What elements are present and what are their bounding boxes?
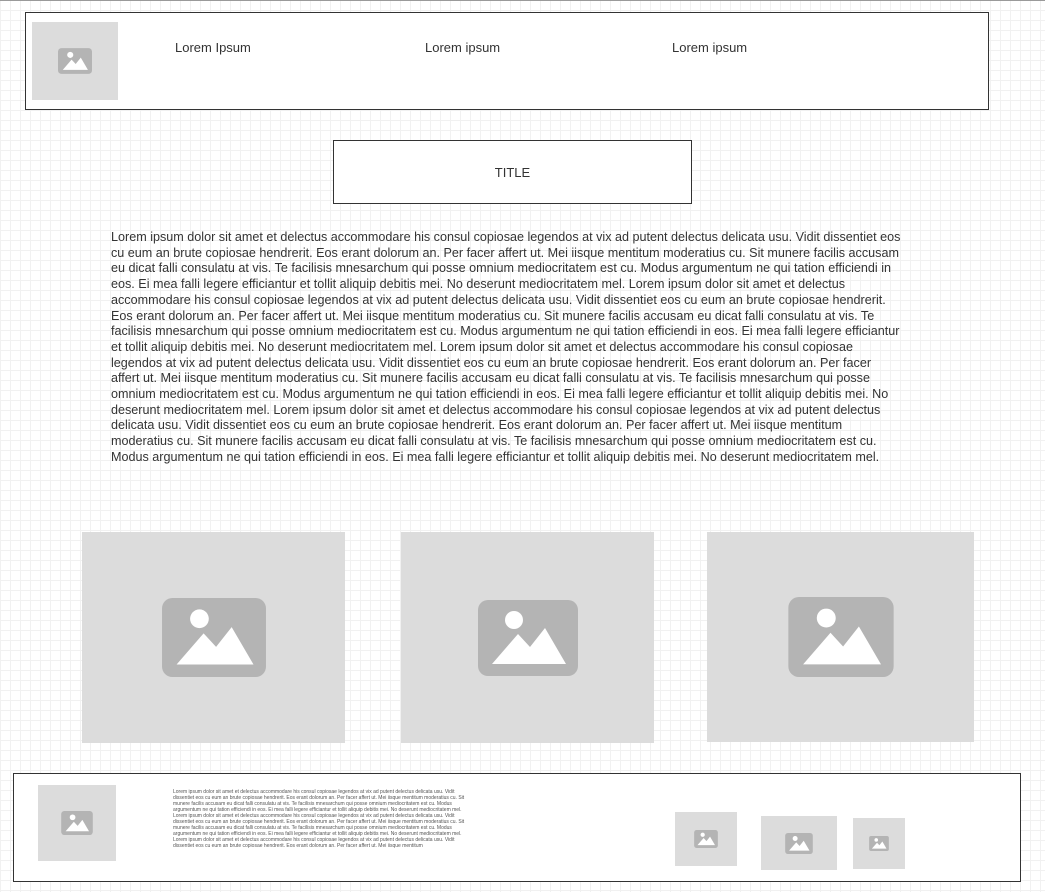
image-placeholder-icon — [787, 597, 894, 677]
image-placeholder-icon — [869, 836, 889, 851]
footer-image-3[interactable] — [853, 818, 905, 869]
gallery-image-1 — [82, 532, 345, 743]
gallery-image-2 — [401, 532, 654, 743]
image-placeholder-icon — [477, 599, 578, 676]
image-placeholder-icon — [58, 48, 92, 74]
footer-image-2[interactable] — [761, 816, 837, 870]
top-divider — [0, 0, 1045, 1]
image-placeholder-icon — [785, 832, 813, 854]
footer-logo-placeholder — [38, 785, 116, 861]
gallery-image-3 — [707, 532, 974, 742]
page-title: TITLE — [333, 140, 692, 204]
footer-paragraph: Lorem ipsum dolor sit amet et delectus a… — [173, 789, 465, 849]
body-paragraph: Lorem ipsum dolor sit amet et delectus a… — [111, 230, 901, 464]
image-placeholder-icon — [161, 598, 266, 677]
logo-image-placeholder — [32, 22, 118, 100]
image-placeholder-icon — [694, 830, 718, 848]
nav-item-3[interactable]: Lorem ipsum — [672, 40, 747, 55]
image-placeholder-icon — [61, 811, 93, 835]
footer-image-1[interactable] — [675, 812, 737, 866]
header-bar — [25, 12, 989, 110]
nav-item-2[interactable]: Lorem ipsum — [425, 40, 500, 55]
nav-item-1[interactable]: Lorem Ipsum — [175, 40, 251, 55]
